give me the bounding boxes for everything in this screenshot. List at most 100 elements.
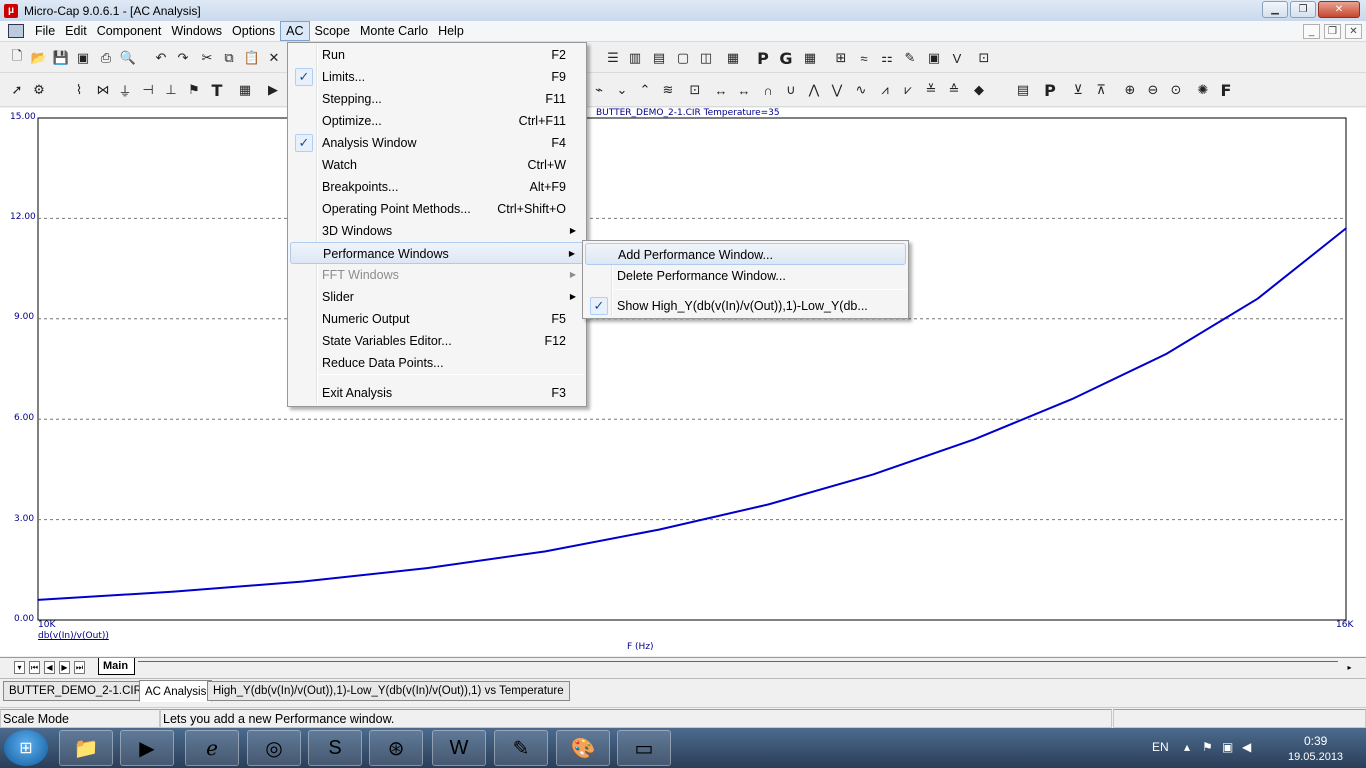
maximize-button[interactable]: ❐ xyxy=(1290,1,1316,18)
menu-item-state-variables-editor[interactable]: State Variables Editor... F12 xyxy=(290,330,584,352)
color-palette-icon[interactable]: ◆ xyxy=(970,81,988,99)
internet-explorer-icon[interactable]: ℯ xyxy=(185,730,239,766)
properties-icon[interactable]: ▦ xyxy=(236,81,254,99)
menu-edit[interactable]: Edit xyxy=(60,22,92,40)
cursor-low-icon[interactable]: ≋ xyxy=(659,81,677,99)
chrome-icon[interactable]: ◎ xyxy=(247,730,301,766)
scroll-menu-icon[interactable]: ▾ xyxy=(14,661,25,674)
text-tool-icon[interactable]: T xyxy=(208,81,226,100)
menu-component[interactable]: Component xyxy=(92,22,167,40)
global-high-icon[interactable]: ⩘ xyxy=(876,81,894,99)
submenu-item-delete-performance-window[interactable]: Delete Performance Window... xyxy=(585,265,906,287)
ground-icon[interactable]: ⏚ xyxy=(116,81,134,99)
new-file-icon[interactable]: 🗋 xyxy=(8,48,26,67)
print-preview-icon[interactable]: 🔍 xyxy=(119,49,137,67)
window-icon[interactable]: ▢ xyxy=(674,49,692,67)
mdi-restore-button[interactable]: ❐ xyxy=(1324,24,1341,39)
trace-label[interactable]: db(v(In)/v(Out)) xyxy=(38,631,109,641)
menu-item-performance-windows[interactable]: Performance Windows ▶ xyxy=(290,242,584,264)
show-hidden-icons-icon[interactable]: ▴ xyxy=(1184,740,1190,754)
menu-item-watch[interactable]: Watch Ctrl+W xyxy=(290,154,584,176)
tile-horizontal-icon[interactable]: ☰ xyxy=(604,49,622,67)
print-icon[interactable]: ⎙ xyxy=(97,49,115,67)
p-keyword-icon[interactable]: P xyxy=(1041,81,1059,100)
clock-date[interactable]: 19.05.2013 xyxy=(1288,751,1343,763)
menu-ac[interactable]: AC xyxy=(280,21,310,41)
copy-icon[interactable]: ⧉ xyxy=(220,49,238,67)
explorer-icon[interactable]: 📁 xyxy=(59,730,113,766)
menu-item-stepping[interactable]: Stepping... F11 xyxy=(290,88,584,110)
split-window-icon[interactable]: ◫ xyxy=(697,49,715,67)
cursor-left-icon[interactable]: ↔ xyxy=(712,81,730,99)
paint-icon[interactable]: 🎨 xyxy=(556,730,610,766)
redo-icon[interactable]: ↷ xyxy=(174,49,192,67)
top-icon[interactable]: ≚ xyxy=(922,81,940,99)
menu-monte-carlo[interactable]: Monte Carlo xyxy=(355,22,433,40)
trace-icon[interactable]: ⚏ xyxy=(878,49,896,67)
clock-time[interactable]: 0:39 xyxy=(1304,734,1327,748)
zoom-in-icon[interactable]: ⊕ xyxy=(1121,81,1139,99)
language-indicator[interactable]: EN xyxy=(1152,740,1169,754)
microcap-icon[interactable]: μ xyxy=(4,3,18,18)
component-icon[interactable]: ⚙ xyxy=(30,81,48,99)
save-as-icon[interactable]: ▣ xyxy=(74,49,92,67)
next-sheet-icon[interactable]: ▶ xyxy=(59,661,70,674)
junction-icon[interactable]: ⊥ xyxy=(162,81,180,99)
tile-vertical-icon[interactable]: ▥ xyxy=(626,49,644,67)
sheet-tab-main[interactable]: Main xyxy=(98,658,136,675)
close-button[interactable]: ✕ xyxy=(1318,1,1360,18)
grid-icon[interactable]: ⊞ xyxy=(832,49,850,67)
document-icon[interactable] xyxy=(8,24,24,38)
undo-icon[interactable]: ↶ xyxy=(152,49,170,67)
zoom-out-icon[interactable]: ⊖ xyxy=(1144,81,1162,99)
plot-area[interactable]: BUTTER_DEMO_2-1.CIR Temperature=35 15.00… xyxy=(0,108,1366,656)
menu-file[interactable]: File xyxy=(30,22,60,40)
node-icon[interactable]: ⊣ xyxy=(139,81,157,99)
g-tool-icon[interactable]: G xyxy=(777,49,795,68)
mdi-minimize-button[interactable]: _ xyxy=(1303,24,1320,39)
bottom-icon[interactable]: ≙ xyxy=(945,81,963,99)
settings-icon[interactable]: ✺ xyxy=(1194,81,1212,99)
table-icon[interactable]: ▦ xyxy=(801,49,819,67)
skype-icon[interactable]: S xyxy=(308,730,362,766)
paste-icon[interactable]: 📋 xyxy=(243,49,261,67)
menu-item-reduce-data-points[interactable]: Reduce Data Points... xyxy=(290,352,584,374)
voltage-icon[interactable]: V xyxy=(948,49,966,67)
start-button[interactable]: ⊞ xyxy=(4,730,48,766)
run-icon[interactable]: ▶ xyxy=(264,81,282,99)
menu-item-exit-analysis[interactable]: Exit Analysis F3 xyxy=(290,382,584,404)
menu-windows[interactable]: Windows xyxy=(166,22,227,40)
horizontal-scroll-right-icon[interactable]: ▸ xyxy=(1344,661,1355,674)
save-icon[interactable]: 💾 xyxy=(52,49,70,67)
menu-help[interactable]: Help xyxy=(433,22,469,40)
cut-icon[interactable]: ✂ xyxy=(198,49,216,67)
menu-item-numeric-output[interactable]: Numeric Output F5 xyxy=(290,308,584,330)
volume-icon[interactable]: ◀ xyxy=(1242,740,1251,754)
wire-icon[interactable]: ⌇ xyxy=(70,81,88,99)
menu-item-analysis-window[interactable]: ✓ Analysis Window F4 xyxy=(290,132,584,154)
notepad-icon[interactable]: ▭ xyxy=(617,730,671,766)
mdi-close-button[interactable]: ✕ xyxy=(1345,24,1362,39)
menu-item-run[interactable]: Run F2 xyxy=(290,44,584,66)
first-sheet-icon[interactable]: ⏮ xyxy=(29,661,40,674)
microcap-task-icon[interactable]: ✎ xyxy=(494,730,548,766)
p-tool-icon[interactable]: P xyxy=(754,49,772,68)
menu-item-3d-windows[interactable]: 3D Windows ▶ xyxy=(290,220,584,242)
cursor-valley-icon[interactable]: ⌄ xyxy=(613,81,631,99)
menu-item-slider[interactable]: Slider ▶ xyxy=(290,286,584,308)
zoom-fit-icon[interactable]: ⊙ xyxy=(1167,81,1185,99)
chart-icon[interactable]: ⊡ xyxy=(686,81,704,99)
zoom-window-icon[interactable]: ⊡ xyxy=(975,49,993,67)
tab-ac-analysis[interactable]: AC Analysis xyxy=(139,680,213,702)
menu-item-optimize[interactable]: Optimize... Ctrl+F11 xyxy=(290,110,584,132)
tab-schematic[interactable]: BUTTER_DEMO_2-1.CIR xyxy=(3,681,148,701)
inflection-icon[interactable]: ∿ xyxy=(852,81,870,99)
cursor-high-icon[interactable]: ⌃ xyxy=(636,81,654,99)
media-player-icon[interactable]: ▶ xyxy=(120,730,174,766)
low-icon[interactable]: ⋁ xyxy=(828,81,846,99)
flag-icon[interactable]: ⚑ xyxy=(185,81,203,99)
select-arrow-icon[interactable]: ➚ xyxy=(8,81,26,99)
tag-vertical-icon[interactable]: ⊻ xyxy=(1069,81,1087,99)
tab-performance[interactable]: High_Y(db(v(In)/v(Out)),1)-Low_Y(db(v(In… xyxy=(207,681,570,701)
wave-icon[interactable]: ≈ xyxy=(855,49,873,67)
